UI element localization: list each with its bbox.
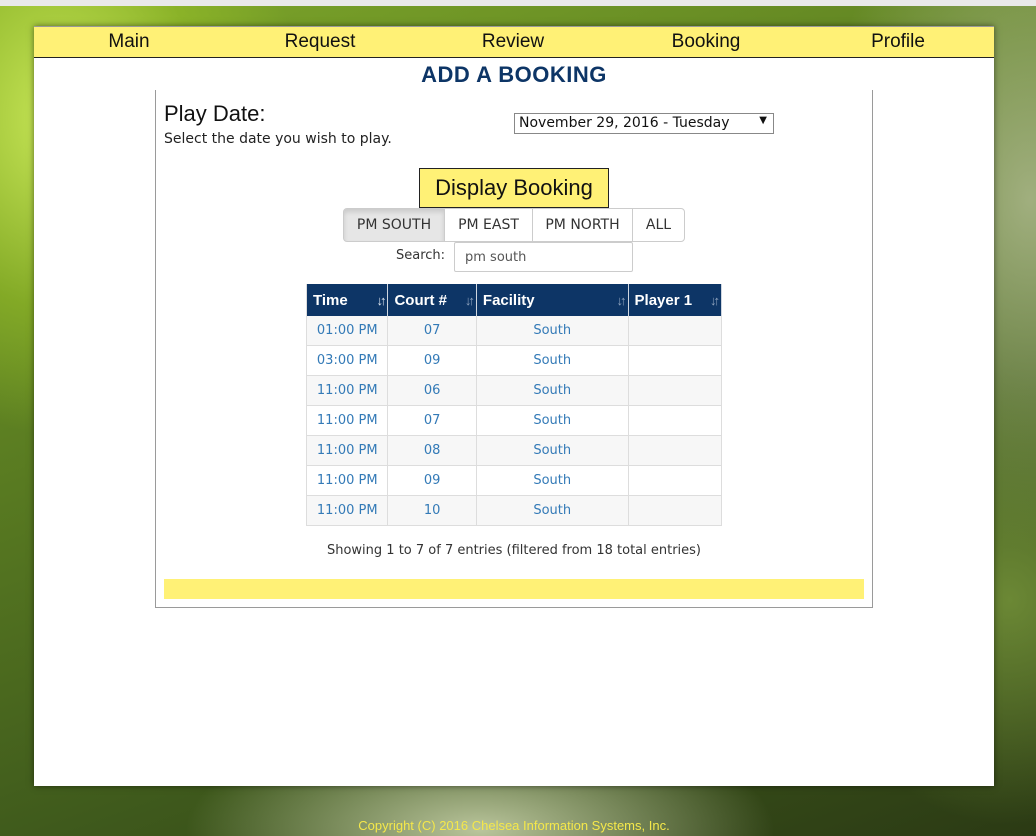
filter-pm-east[interactable]: PM EAST [444,208,533,242]
cell-facility[interactable]: South [476,316,629,346]
cell-facility[interactable]: South [476,465,629,496]
display-booking-button[interactable]: Display Booking [419,168,609,208]
sort-icon: ↓↑ [710,293,720,308]
nav-review[interactable]: Review [482,31,544,53]
search-input[interactable] [454,242,633,272]
sort-icon: ↓↑ [616,293,627,308]
cell-time[interactable]: 03:00 PM [306,345,389,376]
cell-time[interactable]: 01:00 PM [306,316,389,346]
cell-player-1 [628,345,723,376]
cell-player-1 [628,465,723,496]
sort-icon: ↓↑ [464,293,475,308]
cell-court[interactable]: 09 [387,345,477,376]
table-row[interactable]: 11:00 PM 07 South [306,405,723,436]
cell-court[interactable]: 08 [387,435,477,466]
cell-time[interactable]: 11:00 PM [306,435,389,466]
column-label-facility: Facility [482,291,535,309]
cell-court[interactable]: 09 [387,465,477,496]
facility-filter-group: PM SOUTH PM EAST PM NORTH ALL [343,208,685,242]
nav-main[interactable]: Main [108,31,149,53]
play-date-help-text: Select the date you wish to play. [164,131,392,147]
column-label-player-1: Player 1 [634,291,693,309]
cell-facility[interactable]: South [476,405,629,436]
table-row[interactable]: 11:00 PM 08 South [306,435,723,466]
column-header-court[interactable]: Court # ↓↑ [387,284,477,316]
cell-player-1 [628,435,723,466]
page-title: ADD A BOOKING [421,62,607,87]
filter-all[interactable]: ALL [632,208,685,242]
dropdown-arrow-icon: ▼ [759,115,767,126]
cell-time[interactable]: 11:00 PM [306,375,389,406]
filter-pm-north[interactable]: PM NORTH [532,208,633,242]
cell-facility[interactable]: South [476,375,629,406]
column-header-time[interactable]: Time ↓↑ [306,284,389,316]
cell-court[interactable]: 07 [387,316,477,346]
column-header-facility[interactable]: Facility ↓↑ [476,284,629,316]
cell-court[interactable]: 10 [387,495,477,526]
column-label-court: Court # [394,291,447,309]
search-label: Search: [396,248,446,263]
bookings-table: Time ↓↑ Court # ↓↑ Facility ↓↑ Player 1 … [306,284,723,526]
cell-time[interactable]: 11:00 PM [306,405,389,436]
cell-facility[interactable]: South [476,495,629,526]
column-label-time: Time [313,291,348,309]
table-row[interactable]: 01:00 PM 07 South [306,316,723,346]
sort-ascending-icon: ↓↑ [376,293,386,308]
cell-facility[interactable]: South [476,435,629,466]
table-row[interactable]: 03:00 PM 09 South [306,345,723,376]
play-date-select[interactable]: November 29, 2016 - Tuesday ▼ [514,113,774,134]
nav-profile[interactable]: Profile [871,31,925,53]
table-row[interactable]: 11:00 PM 10 South [306,495,723,526]
nav-booking[interactable]: Booking [672,31,741,53]
main-panel: Main Request Review Booking Profile ADD … [34,26,994,786]
nav-request[interactable]: Request [285,31,356,53]
cell-court[interactable]: 07 [387,405,477,436]
table-header-row: Time ↓↑ Court # ↓↑ Facility ↓↑ Player 1 … [306,284,723,316]
cell-player-1 [628,405,723,436]
play-date-label: Play Date: [164,101,266,126]
top-navigation: Main Request Review Booking Profile [34,26,994,58]
cell-player-1 [628,375,723,406]
table-row[interactable]: 11:00 PM 09 South [306,465,723,496]
cell-player-1 [628,495,723,526]
footer-bar [164,579,864,599]
cell-time[interactable]: 11:00 PM [306,465,389,496]
column-header-player-1[interactable]: Player 1 ↓↑ [628,284,723,316]
copyright-text: Copyright (C) 2016 Chelsea Information S… [358,818,670,833]
cell-facility[interactable]: South [476,345,629,376]
cell-player-1 [628,316,723,346]
cell-court[interactable]: 06 [387,375,477,406]
browser-top-strip [0,0,1036,6]
cell-time[interactable]: 11:00 PM [306,495,389,526]
table-row[interactable]: 11:00 PM 06 South [306,375,723,406]
play-date-selected-value: November 29, 2016 - Tuesday [519,115,730,131]
filter-pm-south[interactable]: PM SOUTH [343,208,445,242]
table-info-text: Showing 1 to 7 of 7 entries (filtered fr… [326,543,702,558]
